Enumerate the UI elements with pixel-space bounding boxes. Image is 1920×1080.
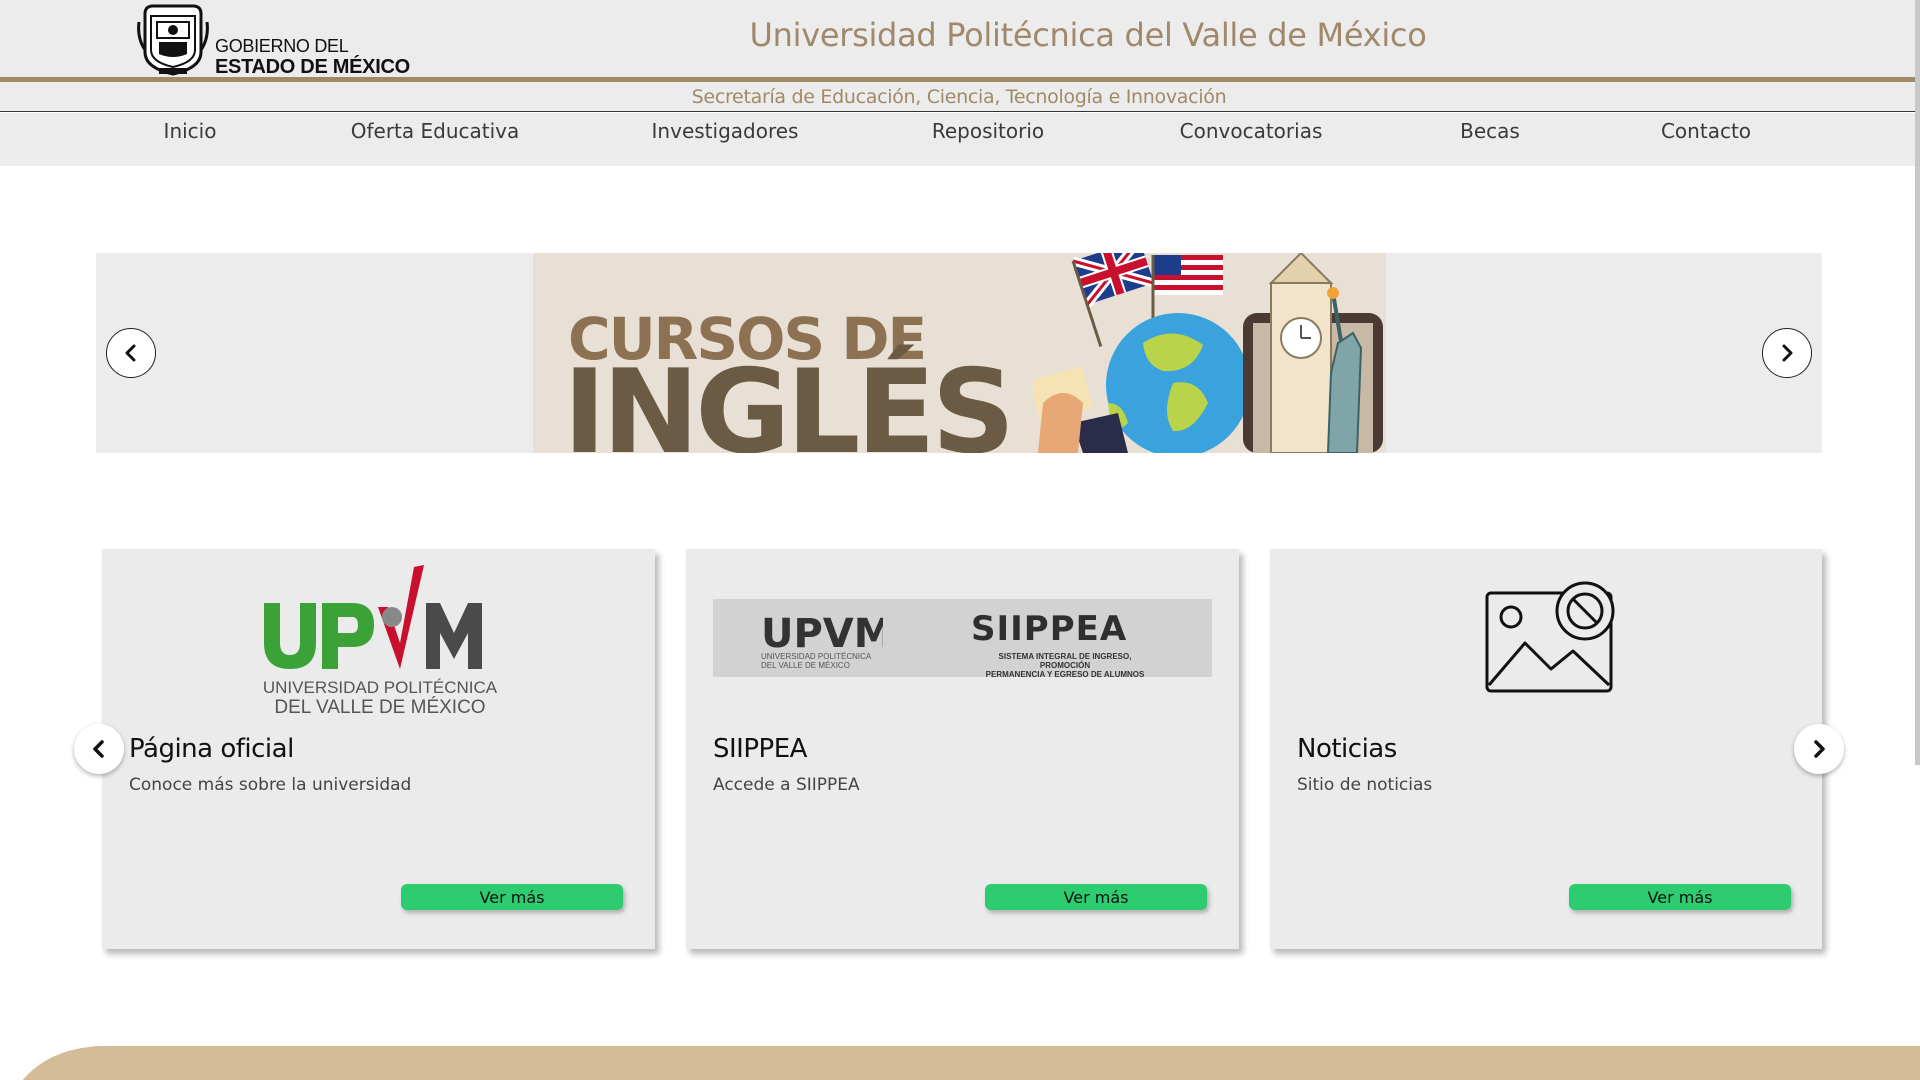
- card-title: Noticias: [1297, 734, 1397, 764]
- card-title: Página oficial: [129, 734, 294, 764]
- upvm-small-logo-icon: UPVM UNIVERSIDAD POLITÉCNICA DEL VALLE D…: [761, 611, 883, 670]
- site-subtitle: Secretaría de Educación, Ciencia, Tecnol…: [691, 86, 1227, 108]
- banner-slide-image[interactable]: CURSOS DE INGLÉS: [533, 253, 1386, 453]
- card-siippea: UPVM UNIVERSIDAD POLITÉCNICA DEL VALLE D…: [686, 549, 1239, 949]
- ver-mas-button[interactable]: Ver más: [985, 884, 1207, 910]
- banner-next-button[interactable]: [1762, 328, 1812, 378]
- upvm-logo-icon: UNIVERSIDAD POLITÉCNICA DEL VALLE DE MÉX…: [263, 565, 498, 718]
- upvm-logo-sub2: DEL VALLE DE MÉXICO: [274, 697, 485, 718]
- card-title: SIIPPEA: [713, 734, 807, 764]
- banner-line2: INGLÉS: [563, 345, 1015, 453]
- ver-mas-button[interactable]: Ver más: [401, 884, 623, 910]
- card-description: Conoce más sobre la universidad: [129, 775, 412, 795]
- page: GOBIERNO DEL ESTADO DE MÉXICO Universida…: [0, 0, 1920, 1080]
- nav-item-becas[interactable]: Becas: [1460, 119, 1520, 143]
- nav-item-convocatorias[interactable]: Convocatorias: [1180, 119, 1323, 143]
- gov-line2: ESTADO DE MÉXICO: [215, 56, 410, 78]
- upvm-logo-sub1: UNIVERSIDAD POLITÉCNICA: [263, 678, 498, 697]
- government-label: GOBIERNO DEL ESTADO DE MÉXICO: [215, 36, 410, 78]
- chevron-left-icon: [125, 344, 136, 362]
- banner-prev-button[interactable]: [106, 328, 156, 378]
- nav-item-investigadores[interactable]: Investigadores: [652, 119, 799, 143]
- upvm-small-logo-sub2: DEL VALLE DE MÉXICO: [761, 661, 850, 670]
- card-noticias: Noticias Sitio de noticias Ver más: [1270, 549, 1822, 949]
- siippea-banner-image: UPVM UNIVERSIDAD POLITÉCNICA DEL VALLE D…: [713, 599, 1212, 679]
- upvm-small-logo-text: UPVM: [761, 611, 883, 657]
- cards-prev-button[interactable]: [74, 724, 124, 774]
- card-description: Sitio de noticias: [1297, 775, 1433, 795]
- card-description: Accede a SIIPPEA: [713, 775, 860, 795]
- chevron-right-icon: [1782, 344, 1793, 362]
- nav-item-repositorio[interactable]: Repositorio: [932, 119, 1044, 143]
- siippea-logo-subtitle: SISTEMA INTEGRAL DE INGRESO, PROMOCIÓN P…: [975, 652, 1155, 679]
- coat-of-arms-icon[interactable]: [137, 2, 209, 76]
- chevron-right-icon: [1814, 740, 1825, 758]
- site-title: Universidad Politécnica del Valle de Méx…: [749, 16, 1427, 54]
- travel-illustration-icon: [1033, 253, 1383, 453]
- chevron-left-icon: [93, 740, 104, 758]
- nav-item-contacto[interactable]: Contacto: [1661, 119, 1751, 143]
- banner-carousel: CURSOS DE INGLÉS: [96, 253, 1822, 453]
- cards-next-button[interactable]: [1794, 724, 1844, 774]
- upvm-small-logo-sub1: UNIVERSIDAD POLITÉCNICA: [761, 652, 872, 661]
- footer-wave-decoration: [22, 1046, 1920, 1080]
- ver-mas-button[interactable]: Ver más: [1569, 884, 1791, 910]
- page-scrollbar[interactable]: [1915, 0, 1920, 765]
- card-pagina-oficial: UNIVERSIDAD POLITÉCNICA DEL VALLE DE MÉX…: [102, 549, 655, 949]
- siippea-logo-sub1: SISTEMA INTEGRAL DE INGRESO, PROMOCIÓN: [998, 652, 1132, 670]
- nav-item-oferta-educativa[interactable]: Oferta Educativa: [351, 119, 520, 143]
- image-unavailable-icon: [1485, 581, 1615, 693]
- nav-item-inicio[interactable]: Inicio: [164, 119, 217, 143]
- gov-line1: GOBIERNO DEL: [215, 36, 349, 56]
- siippea-logo-sub2: PERMANENCIA Y EGRESO DE ALUMNOS: [985, 670, 1145, 679]
- siippea-logo-text: SIIPPEA: [971, 609, 1128, 649]
